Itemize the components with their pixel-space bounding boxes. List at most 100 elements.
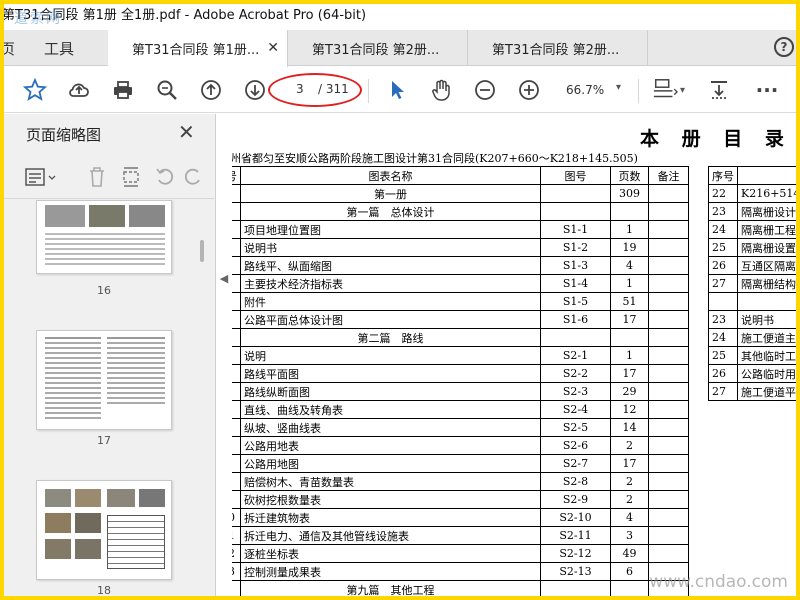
cell-pages: 4 bbox=[610, 508, 649, 527]
cell-pages: 17 bbox=[610, 364, 649, 383]
zoom-in-icon[interactable] bbox=[516, 77, 542, 103]
cell-code: S1-1 bbox=[540, 220, 611, 239]
cell-no: 23 bbox=[708, 310, 738, 329]
cell-pages: 49 bbox=[610, 544, 649, 563]
table-header-row: 号 图表名称 图号 页数 备注 bbox=[232, 166, 689, 185]
star-icon[interactable] bbox=[22, 77, 48, 103]
header-note: 备注 bbox=[648, 166, 689, 185]
cell-no bbox=[232, 382, 241, 401]
cell-no: 23 bbox=[708, 202, 738, 221]
cell-no bbox=[232, 310, 241, 329]
cell-pages: 2 bbox=[610, 436, 649, 455]
panel-title: 页面缩略图 bbox=[26, 126, 102, 144]
tab-document-3[interactable]: 第T31合同段 第2册... bbox=[468, 30, 648, 66]
cell-note bbox=[648, 508, 689, 527]
cell-pages: 4 bbox=[610, 256, 649, 275]
close-icon[interactable]: ✕ bbox=[178, 120, 195, 144]
cell-code: S2-6 bbox=[540, 436, 611, 455]
thumbnail-label: 17 bbox=[97, 434, 111, 447]
cell-no bbox=[232, 364, 241, 383]
cell-no bbox=[232, 220, 241, 239]
cell-name: 隔离栅结构 bbox=[736, 274, 796, 293]
print-icon[interactable] bbox=[110, 77, 136, 103]
cell-pages: 2 bbox=[610, 490, 649, 509]
cell-code: S1-5 bbox=[540, 292, 611, 311]
cell-name: 公路用地表 bbox=[240, 436, 541, 455]
cell-code: S1-2 bbox=[540, 238, 611, 257]
cell-pages: 3 bbox=[610, 526, 649, 545]
chevron-down-icon[interactable]: ▾ bbox=[680, 85, 685, 96]
page-thumbnail-18[interactable] bbox=[36, 480, 172, 580]
table-row: 说明 S2-1 1 bbox=[232, 346, 689, 365]
close-icon[interactable]: ✕ bbox=[267, 40, 279, 56]
help-icon[interactable]: ? bbox=[774, 37, 794, 57]
zoom-search-icon[interactable] bbox=[154, 77, 180, 103]
cell-name: 控制测量成果表 bbox=[240, 562, 541, 581]
cell-code: S2-5 bbox=[540, 418, 611, 437]
rotate-right-icon[interactable] bbox=[182, 166, 204, 192]
extract-pages-icon[interactable] bbox=[120, 165, 142, 193]
hand-tool-icon[interactable] bbox=[428, 77, 454, 103]
fit-page-icon[interactable] bbox=[652, 77, 678, 103]
highlight-circle bbox=[268, 73, 362, 107]
cell-name: 附件 bbox=[240, 292, 541, 311]
cell-no bbox=[708, 292, 738, 311]
cell-note bbox=[648, 328, 689, 347]
table-row: 22 K216+514 bbox=[708, 184, 796, 203]
collapse-panel-icon[interactable]: ◀ bbox=[216, 264, 232, 292]
table-row: 25 隔离栅设置 bbox=[708, 238, 796, 257]
cell-code: S2-7 bbox=[540, 454, 611, 473]
tab-label: 第T31合同段 第2册... bbox=[312, 42, 440, 58]
cell-pages: 1 bbox=[610, 274, 649, 293]
cell-code: S1-6 bbox=[540, 310, 611, 329]
header-name: 图表名称 bbox=[240, 166, 541, 185]
select-cursor-icon[interactable] bbox=[384, 77, 410, 103]
cell-code: S2-13 bbox=[540, 562, 611, 581]
cell-no: 25 bbox=[708, 238, 738, 257]
cell-note bbox=[648, 292, 689, 311]
page-thumbnail-17[interactable] bbox=[36, 330, 172, 430]
zoom-out-icon[interactable] bbox=[472, 77, 498, 103]
cell-name: 项目地理位置图 bbox=[240, 220, 541, 239]
table-row: 23 说明书 bbox=[708, 310, 796, 329]
delete-icon[interactable] bbox=[86, 165, 108, 193]
scroll-mode-icon[interactable] bbox=[706, 77, 732, 103]
document-page: 本 册 目 录 州省都匀至安顺公路两阶段施工图设计第31合同段(K207+660… bbox=[232, 114, 796, 596]
cell-no bbox=[232, 238, 241, 257]
more-options-icon[interactable]: ··· bbox=[754, 77, 780, 103]
rotate-left-icon[interactable] bbox=[154, 166, 176, 192]
tab-document-2[interactable]: 第T31合同段 第2册... bbox=[288, 30, 468, 66]
table-row: 3控制测量成果表S2-136 bbox=[232, 562, 689, 581]
cell-pages: 14 bbox=[610, 418, 649, 437]
upload-cloud-icon[interactable] bbox=[66, 77, 92, 103]
nav-home[interactable]: 页 bbox=[4, 30, 15, 66]
cell-code bbox=[540, 328, 611, 347]
toolbar-divider bbox=[638, 79, 639, 103]
table-row: 27 施工便道平 bbox=[708, 382, 796, 401]
cell-no bbox=[232, 454, 241, 473]
options-menu-icon[interactable] bbox=[24, 166, 58, 192]
thumbnail-panel: 页面缩略图 ✕ 16 17 18 bbox=[4, 114, 216, 596]
panel-scrollbar[interactable] bbox=[200, 240, 204, 262]
cell-no bbox=[232, 436, 241, 455]
page-up-icon[interactable] bbox=[198, 77, 224, 103]
cell-no bbox=[232, 292, 241, 311]
page-down-icon[interactable] bbox=[242, 77, 268, 103]
nav-tools[interactable]: 工具 bbox=[44, 30, 74, 66]
cell-no bbox=[232, 256, 241, 275]
page-thumbnail-16[interactable] bbox=[36, 200, 172, 274]
cell-pages: 19 bbox=[610, 238, 649, 257]
zoom-value: 66.7% bbox=[566, 83, 605, 97]
zoom-level-select[interactable]: 66.7% ▾ bbox=[558, 81, 628, 101]
table-row: 0拆迁建筑物表S2-104 bbox=[232, 508, 689, 527]
watermark-logo: 道索网 bbox=[14, 11, 62, 27]
cell-name: 路线平、纵面缩图 bbox=[240, 256, 541, 275]
cell-no: 24 bbox=[708, 220, 738, 239]
tab-document-1[interactable]: 第T31合同段 第1册... ✕ bbox=[108, 30, 288, 67]
cell-code: S2-8 bbox=[540, 472, 611, 491]
cell-pages bbox=[610, 328, 649, 347]
cell-code: S2-2 bbox=[540, 364, 611, 383]
cell-note bbox=[648, 454, 689, 473]
table-row: 1拆迁电力、通信及其他管线设施表S2-113 bbox=[232, 526, 689, 545]
cell-pages: 51 bbox=[610, 292, 649, 311]
